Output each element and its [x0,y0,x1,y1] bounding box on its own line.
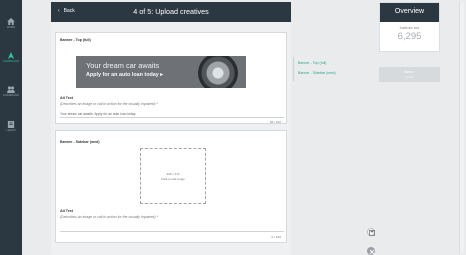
dropzone-hint: Click to add image [161,177,185,181]
overview-title: Overview [380,3,439,22]
nav-label-learn: LEARN [6,129,16,132]
alt-text-hint-text: (Describes an image or call to action fo… [60,102,156,106]
scrollbar[interactable] [459,2,464,253]
close-button[interactable] [367,247,375,255]
required-asterisk: * [156,102,158,106]
char-counter: 0 / 100 [271,235,281,239]
alt-text-label: Alt Text [60,209,73,213]
audiences-icon [7,86,15,93]
creative-card-top: Banner - Top (full) Your dream car await… [55,32,287,124]
image-dropzone[interactable]: 326 × 270 Click to add image [140,148,206,204]
creatives-panel: Banner - Top (full) Your dream car await… [51,22,291,255]
left-nav: HOME CAMPAIGNS AUDIENCES LEARN [0,0,22,255]
input-underline [60,231,284,232]
overview-panel: Overview Audience size 6,295 [379,2,440,52]
audience-size-label: Audience size [399,26,420,30]
next-button[interactable]: Next › Details [379,67,440,82]
card-title: Banner - Top (full) [60,38,91,42]
wizard-header: ‹ Back 4 of 5: Upload creatives [51,2,291,22]
char-counter: 53 / 100 [269,120,281,124]
chevron-right-icon: › [413,70,415,74]
campaigns-icon [7,52,15,59]
nav-label-campaigns: CAMPAIGNS [2,60,20,63]
dropzone-dimensions: 326 × 270 [166,172,180,176]
save-button[interactable] [367,228,375,236]
save-icon [369,230,375,236]
nav-label-audiences: AUDIENCES [2,94,20,97]
banner-headline: Your dream car awaits [86,61,160,70]
card-title: Banner - Sidebar (med) [60,140,100,144]
learn-icon [7,121,15,128]
alt-text-input[interactable]: (Describes an image or call to action fo… [60,215,158,219]
close-icon [369,249,375,255]
next-label: Next › [379,70,440,74]
nav-item-home[interactable]: HOME [0,16,22,40]
creative-link-top[interactable]: Banner - Top (full) [298,61,327,65]
alt-text-placeholder: (Describes an image or call to action fo… [60,215,156,219]
creative-link-sidebar[interactable]: Banner - Sidebar (med) [298,71,336,75]
creative-list: Banner - Top (full) Banner - Sidebar (me… [293,57,365,81]
required-asterisk: * [156,215,158,219]
audience-size-value: 6,295 [397,31,422,42]
alt-text-label: Alt Text [60,96,73,100]
nav-item-audiences[interactable]: AUDIENCES [0,84,22,108]
alt-text-hint: (Describes an image or call to action fo… [60,102,158,106]
next-label-text: Next [404,70,413,74]
nav-item-learn[interactable]: LEARN [0,119,22,143]
creative-card-sidebar: Banner - Sidebar (med) 326 × 270 Click t… [55,130,287,243]
next-sublabel: Details [405,75,414,79]
banner-cta: Apply for an auto loan today ▸ [86,72,163,78]
home-icon [7,18,15,25]
nav-item-campaigns[interactable]: CAMPAIGNS [0,50,22,74]
alt-text-input[interactable]: Your dream car awaits. Apply for an auto… [60,112,136,116]
input-underline [60,117,284,118]
page-title: 4 of 5: Upload creatives [133,7,209,16]
car-wheel-graphic [198,56,238,88]
nav-label-home: HOME [6,26,16,29]
banner-image[interactable]: Your dream car awaits Apply for an auto … [76,56,246,88]
